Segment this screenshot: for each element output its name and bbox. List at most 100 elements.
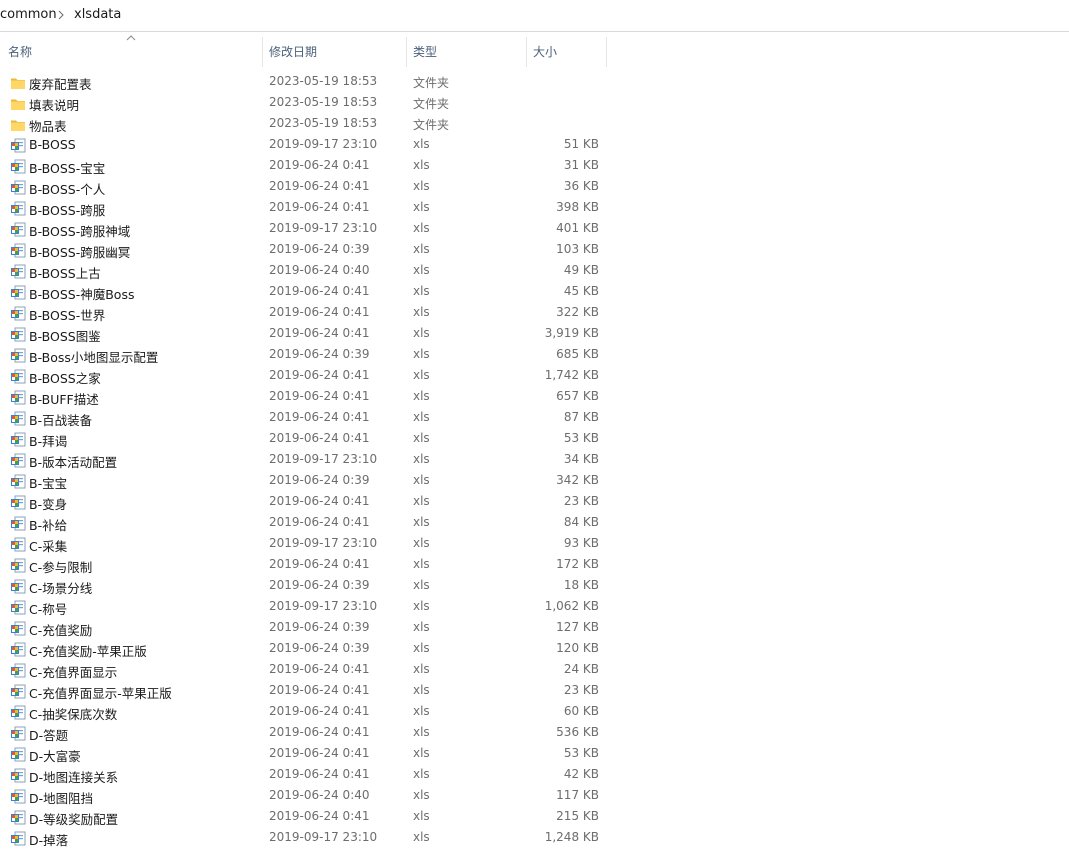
file-row[interactable]: D-地图连接关系 2019-06-24 0:41 xls 42 KB: [0, 765, 610, 786]
file-row[interactable]: C-充值界面显示 2019-06-24 0:41 xls 24 KB: [0, 660, 610, 681]
file-row[interactable]: 物品表 2023-05-19 18:53 文件夹: [0, 114, 610, 135]
file-row[interactable]: B-BOSS 2019-09-17 23:10 xls 51 KB: [0, 135, 610, 156]
file-row[interactable]: B-BOSS之家 2019-06-24 0:41 xls 1,742 KB: [0, 366, 610, 387]
sort-ascending-icon: [126, 35, 136, 41]
file-size: 536 KB: [556, 725, 599, 739]
file-row[interactable]: B-BOSS-神魔Boss 2019-06-24 0:41 xls 45 KB: [0, 282, 610, 303]
excel-file-icon: [10, 369, 26, 385]
file-size: 172 KB: [556, 557, 599, 571]
file-type: xls: [413, 599, 430, 613]
file-type: xls: [413, 746, 430, 760]
file-row[interactable]: D-等级奖励配置 2019-06-24 0:41 xls 215 KB: [0, 807, 610, 828]
excel-file-icon: [10, 327, 26, 343]
column-header-date-label: 修改日期: [269, 45, 318, 59]
excel-file-icon: [10, 663, 26, 679]
excel-file-icon: [10, 768, 26, 784]
column-header-type-label: 类型: [413, 45, 438, 59]
file-row[interactable]: D-地图阻挡 2019-06-24 0:40 xls 117 KB: [0, 786, 610, 807]
file-row[interactable]: C-参与限制 2019-06-24 0:41 xls 172 KB: [0, 555, 610, 576]
excel-file-icon: [10, 600, 26, 616]
file-size: 1,062 KB: [544, 599, 599, 613]
file-row[interactable]: B-BOSS上古 2019-06-24 0:40 xls 49 KB: [0, 261, 610, 282]
file-row[interactable]: C-场景分线 2019-06-24 0:39 xls 18 KB: [0, 576, 610, 597]
breadcrumb-xlsdata[interactable]: xlsdata: [74, 7, 121, 22]
file-type: xls: [413, 809, 430, 823]
column-divider[interactable]: [406, 37, 407, 67]
chevron-right-icon[interactable]: [55, 5, 68, 25]
file-type: xls: [413, 326, 430, 340]
file-row[interactable]: D-大富豪 2019-06-24 0:41 xls 53 KB: [0, 744, 610, 765]
file-date: 2019-06-24 0:41: [269, 746, 370, 760]
file-row[interactable]: B-BOSS-跨服 2019-06-24 0:41 xls 398 KB: [0, 198, 610, 219]
excel-file-icon: [10, 390, 26, 406]
file-size: 51 KB: [563, 137, 599, 151]
column-divider[interactable]: [526, 37, 527, 67]
file-date: 2019-06-24 0:41: [269, 326, 370, 340]
folder-icon: [10, 96, 26, 112]
file-row[interactable]: B-拜谒 2019-06-24 0:41 xls 53 KB: [0, 429, 610, 450]
file-date: 2019-06-24 0:39: [269, 578, 370, 592]
file-name: B-BUFF描述: [29, 392, 99, 407]
file-type: xls: [413, 494, 430, 508]
file-name: B-BOSS-跨服神域: [29, 224, 131, 239]
file-row[interactable]: D-答题 2019-06-24 0:41 xls 536 KB: [0, 723, 610, 744]
excel-file-icon: [10, 243, 26, 259]
excel-file-icon: [10, 684, 26, 700]
column-header-type[interactable]: 类型: [413, 37, 523, 67]
excel-file-icon: [10, 285, 26, 301]
file-row[interactable]: C-充值界面显示-苹果正版 2019-06-24 0:41 xls 23 KB: [0, 681, 610, 702]
file-size: 49 KB: [563, 263, 599, 277]
file-size: 45 KB: [563, 284, 599, 298]
file-row[interactable]: 废弃配置表 2023-05-19 18:53 文件夹: [0, 72, 610, 93]
file-date: 2019-06-24 0:41: [269, 557, 370, 571]
file-date: 2019-06-24 0:39: [269, 473, 370, 487]
file-type: xls: [413, 305, 430, 319]
file-row[interactable]: B-版本活动配置 2019-09-17 23:10 xls 34 KB: [0, 450, 610, 471]
file-date: 2019-06-24 0:41: [269, 515, 370, 529]
file-name: B-变身: [29, 497, 68, 512]
file-row[interactable]: 填表说明 2023-05-19 18:53 文件夹: [0, 93, 610, 114]
column-divider[interactable]: [606, 37, 607, 67]
file-name: B-版本活动配置: [29, 455, 118, 470]
column-divider[interactable]: [262, 37, 263, 67]
file-name: D-答题: [29, 728, 69, 743]
file-row[interactable]: B-Boss小地图显示配置 2019-06-24 0:39 xls 685 KB: [0, 345, 610, 366]
file-row[interactable]: B-补给 2019-06-24 0:41 xls 84 KB: [0, 513, 610, 534]
file-row[interactable]: B-BOSS-世界 2019-06-24 0:41 xls 322 KB: [0, 303, 610, 324]
breadcrumb-common[interactable]: common: [0, 7, 57, 22]
file-name: 废弃配置表: [29, 77, 92, 92]
file-row[interactable]: B-宝宝 2019-06-24 0:39 xls 342 KB: [0, 471, 610, 492]
file-row[interactable]: B-BUFF描述 2019-06-24 0:41 xls 657 KB: [0, 387, 610, 408]
file-row[interactable]: C-抽奖保底次数 2019-06-24 0:41 xls 60 KB: [0, 702, 610, 723]
file-row[interactable]: B-BOSS-跨服神域 2019-09-17 23:10 xls 401 KB: [0, 219, 610, 240]
file-row[interactable]: D-掉落 2019-09-17 23:10 xls 1,248 KB: [0, 828, 610, 849]
file-row[interactable]: B-BOSS-跨服幽冥 2019-06-24 0:39 xls 103 KB: [0, 240, 610, 261]
file-name: B-BOSS-神魔Boss: [29, 287, 135, 302]
column-header-size[interactable]: 大小: [533, 37, 603, 67]
file-type: xls: [413, 452, 430, 466]
file-row[interactable]: B-BOSS-宝宝 2019-06-24 0:41 xls 31 KB: [0, 156, 610, 177]
file-date: 2019-06-24 0:41: [269, 767, 370, 781]
file-row[interactable]: B-BOSS-个人 2019-06-24 0:41 xls 36 KB: [0, 177, 610, 198]
excel-file-icon: [10, 432, 26, 448]
file-date: 2019-09-17 23:10: [269, 452, 378, 466]
excel-file-icon: [10, 495, 26, 511]
file-row[interactable]: C-称号 2019-09-17 23:10 xls 1,062 KB: [0, 597, 610, 618]
file-row[interactable]: B-百战装备 2019-06-24 0:41 xls 87 KB: [0, 408, 610, 429]
column-header-date[interactable]: 修改日期: [269, 37, 404, 67]
excel-file-icon: [10, 537, 26, 553]
file-date: 2019-06-24 0:41: [269, 431, 370, 445]
file-date: 2023-05-19 18:53: [269, 116, 378, 130]
file-date: 2019-06-24 0:41: [269, 389, 370, 403]
file-date: 2023-05-19 18:53: [269, 74, 378, 88]
file-row[interactable]: C-充值奖励-苹果正版 2019-06-24 0:39 xls 120 KB: [0, 639, 610, 660]
file-row[interactable]: B-变身 2019-06-24 0:41 xls 23 KB: [0, 492, 610, 513]
file-row[interactable]: C-充值奖励 2019-06-24 0:39 xls 127 KB: [0, 618, 610, 639]
file-name: B-拜谒: [29, 434, 68, 449]
file-row[interactable]: C-采集 2019-09-17 23:10 xls 93 KB: [0, 534, 610, 555]
file-size: 84 KB: [563, 515, 599, 529]
file-name: B-BOSS-跨服幽冥: [29, 245, 131, 260]
file-size: 401 KB: [556, 221, 599, 235]
column-header-size-label: 大小: [533, 45, 558, 59]
file-row[interactable]: B-BOSS图鉴 2019-06-24 0:41 xls 3,919 KB: [0, 324, 610, 345]
